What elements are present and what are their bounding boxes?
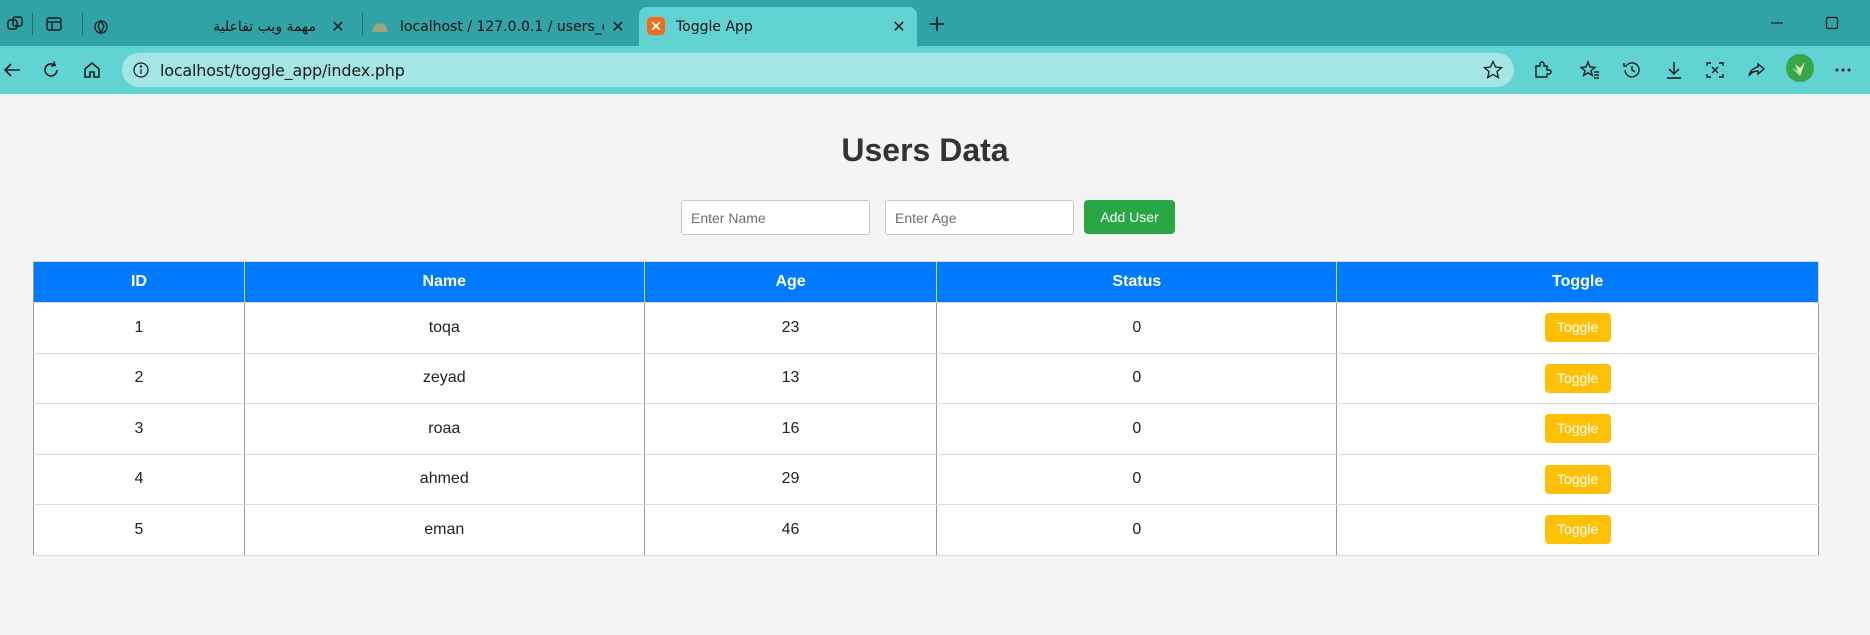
toggle-button[interactable]: Toggle xyxy=(1544,313,1611,343)
favorite-star-icon[interactable] xyxy=(1482,59,1504,81)
cell-id: 1 xyxy=(33,302,245,354)
close-tab-icon[interactable]: ✕ xyxy=(610,19,626,35)
column-header-id: ID xyxy=(33,261,245,303)
history-icon[interactable] xyxy=(1620,58,1644,82)
column-header-age: Age xyxy=(643,261,938,303)
new-tab-icon[interactable] xyxy=(926,13,948,35)
refresh-icon[interactable] xyxy=(39,58,63,82)
tab-separator xyxy=(82,13,83,35)
cell-name: toqa xyxy=(243,302,645,354)
share-icon[interactable] xyxy=(1745,58,1769,82)
table-row: 5 eman 46 0 Toggle xyxy=(33,504,1819,556)
minimize-icon[interactable] xyxy=(1766,12,1788,34)
site-info-icon[interactable] xyxy=(132,61,150,79)
address-bar[interactable]: localhost/toggle_app/index.php xyxy=(122,53,1514,87)
profile-avatar[interactable] xyxy=(1786,54,1814,82)
browser-toolbar: localhost/toggle_app/index.php xyxy=(0,46,1870,94)
tab-title: Toggle App xyxy=(676,18,753,35)
users-table: ID Name Age Status Toggle 1 toqa 23 0 To… xyxy=(33,261,1819,556)
table-row: 1 toqa 23 0 Toggle xyxy=(33,302,1819,354)
toggle-button[interactable]: Toggle xyxy=(1544,363,1611,393)
back-arrow-icon[interactable] xyxy=(0,58,24,82)
tab-phpmyadmin[interactable]: localhost / 127.0.0.1 / users_db / u ✕ xyxy=(364,7,636,46)
downloads-icon[interactable] xyxy=(1662,58,1686,82)
toggle-button[interactable]: Toggle xyxy=(1544,464,1611,494)
tab-arabic-task[interactable]: مهمة ويب تفاعلية ✕ xyxy=(88,7,356,46)
cell-age: 23 xyxy=(643,302,938,354)
cell-name: ahmed xyxy=(243,454,645,505)
tab-separator xyxy=(362,13,363,35)
cell-id: 2 xyxy=(33,353,245,404)
cell-id: 3 xyxy=(33,403,245,455)
cell-status: 0 xyxy=(936,454,1338,505)
page-viewport: Users Data Enter Name Enter Age Add User… xyxy=(0,94,1860,635)
screenshot-icon[interactable] xyxy=(1703,58,1727,82)
age-input[interactable]: Enter Age xyxy=(885,200,1074,235)
name-input[interactable]: Enter Name xyxy=(681,200,870,235)
column-header-status: Status xyxy=(936,261,1338,303)
cell-age: 16 xyxy=(643,403,938,455)
url-text[interactable]: localhost/toggle_app/index.php xyxy=(160,61,405,80)
openai-icon xyxy=(92,18,110,36)
tab-title: localhost / 127.0.0.1 / users_db / u xyxy=(400,18,604,35)
more-options-icon[interactable] xyxy=(1831,58,1855,82)
cell-name: eman xyxy=(243,504,645,556)
close-tab-icon[interactable]: ✕ xyxy=(330,19,346,35)
cell-toggle: Toggle xyxy=(1336,353,1819,404)
cell-age: 29 xyxy=(643,454,938,505)
cell-age: 46 xyxy=(643,504,938,556)
tab-actions-icon[interactable] xyxy=(43,13,65,35)
cell-status: 0 xyxy=(936,504,1338,556)
cell-id: 5 xyxy=(33,504,245,556)
add-user-button[interactable]: Add User xyxy=(1084,200,1175,234)
tab-title: مهمة ويب تفاعلية xyxy=(213,18,316,35)
cell-id: 4 xyxy=(33,454,245,505)
cell-name: roaa xyxy=(243,403,645,455)
column-header-name: Name xyxy=(243,261,645,303)
table-row: 2 zeyad 13 0 Toggle xyxy=(33,353,1819,404)
extensions-icon[interactable] xyxy=(1530,58,1554,82)
table-row: 4 ahmed 29 0 Toggle xyxy=(33,454,1819,505)
column-header-toggle: Toggle xyxy=(1336,261,1819,303)
tab-toggle-app[interactable]: Toggle App ✕ xyxy=(639,7,917,46)
xampp-icon xyxy=(647,17,665,35)
cell-toggle: Toggle xyxy=(1336,302,1819,354)
cell-age: 13 xyxy=(643,353,938,404)
cell-toggle: Toggle xyxy=(1336,454,1819,505)
phpmyadmin-icon xyxy=(370,17,390,37)
home-icon[interactable] xyxy=(80,58,104,82)
tab-strip: مهمة ويب تفاعلية ✕ localhost / 127.0.0.1… xyxy=(0,0,1870,46)
table-header-row: ID Name Age Status Toggle xyxy=(33,261,1819,303)
cell-toggle: Toggle xyxy=(1336,403,1819,455)
page-title: Users Data xyxy=(841,132,1009,168)
table-row: 3 roaa 16 0 Toggle xyxy=(33,403,1819,455)
maximize-icon[interactable] xyxy=(1821,12,1843,34)
toggle-button[interactable]: Toggle xyxy=(1544,515,1611,545)
cell-status: 0 xyxy=(936,403,1338,455)
favorites-icon[interactable] xyxy=(1578,58,1602,82)
cell-name: zeyad xyxy=(243,353,645,404)
close-tab-icon[interactable]: ✕ xyxy=(891,19,907,35)
cell-status: 0 xyxy=(936,302,1338,354)
workspaces-icon[interactable] xyxy=(4,13,26,35)
cell-status: 0 xyxy=(936,353,1338,404)
tab-separator xyxy=(32,13,33,35)
cell-toggle: Toggle xyxy=(1336,504,1819,556)
toggle-button[interactable]: Toggle xyxy=(1544,414,1611,444)
